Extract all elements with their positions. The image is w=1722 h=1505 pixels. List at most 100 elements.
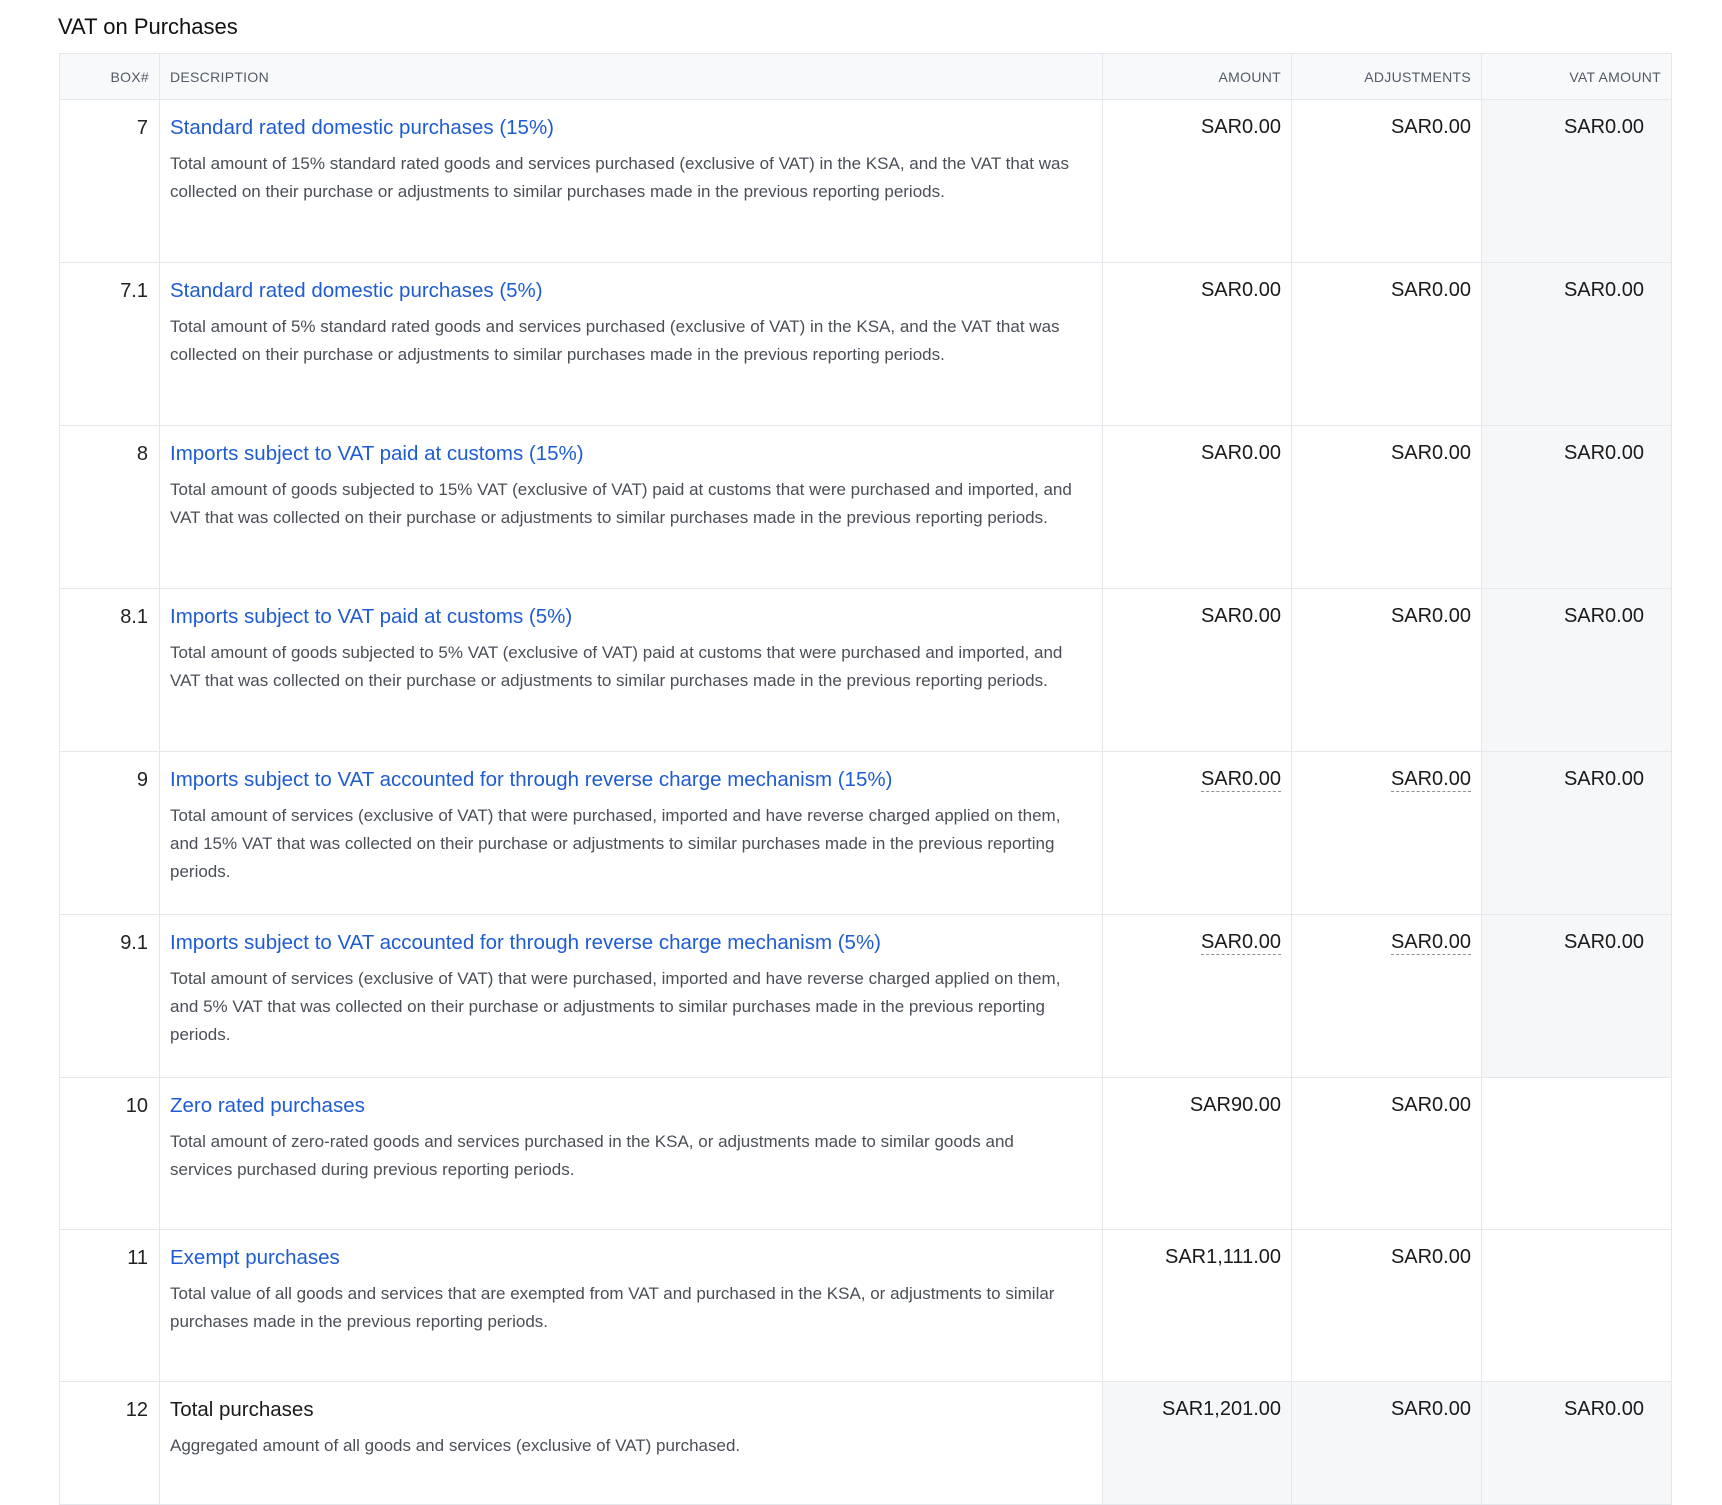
table-row-box-11: 11 Exempt purchases Total value of all g… [59, 1229, 1672, 1382]
description-cell: Standard rated domestic purchases (15%) … [159, 99, 1103, 263]
row-description: Total amount of services (exclusive of V… [170, 806, 1061, 881]
box-number: 10 [59, 1077, 160, 1230]
amount-cell: SAR90.00 [1102, 1077, 1292, 1230]
box-number: 9 [59, 751, 160, 915]
box-number: 8.1 [59, 588, 160, 752]
table-row-box-10: 10 Zero rated purchases Total amount of … [59, 1077, 1672, 1230]
table-row-box-8: 8 Imports subject to VAT paid at customs… [59, 425, 1672, 589]
row-title-link[interactable]: Standard rated domestic purchases (15%) [170, 115, 1080, 140]
vat-amount-value: SAR0.00 [1563, 1398, 1644, 1420]
vat-amount-cell: SAR0.00 [1481, 425, 1672, 589]
table-row-box-9: 9 Imports subject to VAT accounted for t… [59, 751, 1672, 915]
description-cell: Imports subject to VAT paid at customs (… [159, 588, 1103, 752]
vat-amount-cell: SAR0.00 [1481, 262, 1672, 426]
vat-amount-cell: SAR0.00 [1481, 99, 1672, 263]
row-title-link[interactable]: Zero rated purchases [170, 1093, 1080, 1118]
row-title-link[interactable]: Imports subject to VAT paid at customs (… [170, 604, 1080, 629]
table-row-box-8-1: 8.1 Imports subject to VAT paid at custo… [59, 588, 1672, 752]
vat-amount-value: SAR0.00 [1563, 116, 1644, 138]
box-number: 12 [59, 1381, 160, 1505]
row-title-link[interactable]: Imports subject to VAT paid at customs (… [170, 441, 1080, 466]
row-description: Total amount of goods subjected to 15% V… [170, 480, 1072, 527]
adjustments-cell: SAR0.00 [1291, 1229, 1482, 1382]
amount-cell: SAR0.00 [1102, 262, 1292, 426]
adjustments-cell: SAR0.00 [1291, 1077, 1482, 1230]
row-description: Total amount of 5% standard rated goods … [170, 317, 1060, 364]
box-number: 7.1 [59, 262, 160, 426]
table-row-total: 12 Total purchases Aggregated amount of … [59, 1381, 1672, 1505]
adjustments-value-editable[interactable]: SAR0.00 [1390, 768, 1471, 792]
adjustments-value: SAR0.00 [1390, 1398, 1471, 1420]
box-number: 9.1 [59, 914, 160, 1078]
amount-cell: SAR0.00 [1102, 751, 1292, 915]
vat-amount-value: SAR0.00 [1563, 931, 1644, 953]
adjustments-value: SAR0.00 [1390, 116, 1471, 138]
vat-amount-value: SAR0.00 [1563, 279, 1644, 301]
adjustments-value: SAR0.00 [1390, 1246, 1471, 1268]
header-vat-amount: VAT AMOUNT [1481, 53, 1672, 100]
adjustments-value: SAR0.00 [1390, 605, 1471, 627]
adjustments-cell: SAR0.00 [1291, 914, 1482, 1078]
vat-amount-cell: SAR0.00 [1481, 588, 1672, 752]
adjustments-value: SAR0.00 [1390, 1094, 1471, 1116]
vat-amount-value: SAR0.00 [1563, 768, 1644, 790]
amount-cell: SAR1,111.00 [1102, 1229, 1292, 1382]
row-description: Total value of all goods and services th… [170, 1284, 1055, 1331]
amount-cell: SAR0.00 [1102, 99, 1292, 263]
row-description: Total amount of zero-rated goods and ser… [170, 1132, 1014, 1179]
row-title-link[interactable]: Exempt purchases [170, 1245, 1080, 1270]
row-title: Total purchases [170, 1398, 314, 1421]
amount-value: SAR0.00 [1200, 442, 1281, 464]
amount-value: SAR0.00 [1200, 116, 1281, 138]
description-cell: Imports subject to VAT paid at customs (… [159, 425, 1103, 589]
adjustments-cell: SAR0.00 [1291, 1381, 1482, 1505]
amount-value: SAR0.00 [1200, 605, 1281, 627]
vat-purchases-table: BOX# DESCRIPTION AMOUNT ADJUSTMENTS VAT … [59, 53, 1672, 1505]
description-cell: Imports subject to VAT accounted for thr… [159, 914, 1103, 1078]
section-title: VAT on Purchases [58, 14, 238, 39]
box-number: 11 [59, 1229, 160, 1382]
amount-cell: SAR0.00 [1102, 588, 1292, 752]
vat-amount-value: SAR0.00 [1563, 442, 1644, 464]
amount-cell: SAR0.00 [1102, 914, 1292, 1078]
description-cell: Zero rated purchases Total amount of zer… [159, 1077, 1103, 1230]
amount-value: SAR90.00 [1189, 1094, 1281, 1116]
adjustments-cell: SAR0.00 [1291, 99, 1482, 263]
vat-amount-cell [1481, 1229, 1672, 1382]
row-title-link[interactable]: Standard rated domestic purchases (5%) [170, 278, 1080, 303]
amount-value: SAR1,201.00 [1162, 1398, 1281, 1420]
table-row-box-7-1: 7.1 Standard rated domestic purchases (5… [59, 262, 1672, 426]
row-description: Total amount of 15% standard rated goods… [170, 154, 1069, 201]
row-description: Aggregated amount of all goods and servi… [170, 1436, 741, 1455]
header-amount: AMOUNT [1102, 53, 1292, 100]
row-title-link[interactable]: Imports subject to VAT accounted for thr… [170, 767, 1080, 792]
description-cell: Exempt purchases Total value of all good… [159, 1229, 1103, 1382]
amount-value: SAR0.00 [1200, 279, 1281, 301]
adjustments-value: SAR0.00 [1390, 442, 1471, 464]
row-title-link[interactable]: Imports subject to VAT accounted for thr… [170, 930, 1080, 955]
description-cell: Imports subject to VAT accounted for thr… [159, 751, 1103, 915]
table-row-box-7: 7 Standard rated domestic purchases (15%… [59, 99, 1672, 263]
vat-amount-cell: SAR0.00 [1481, 914, 1672, 1078]
table-header-row: BOX# DESCRIPTION AMOUNT ADJUSTMENTS VAT … [59, 53, 1672, 100]
vat-amount-cell: SAR0.00 [1481, 1381, 1672, 1505]
row-description: Total amount of services (exclusive of V… [170, 969, 1061, 1044]
amount-cell: SAR1,201.00 [1102, 1381, 1292, 1505]
adjustments-value: SAR0.00 [1390, 279, 1471, 301]
amount-cell: SAR0.00 [1102, 425, 1292, 589]
header-box: BOX# [59, 53, 160, 100]
amount-value-editable[interactable]: SAR0.00 [1200, 768, 1281, 792]
header-adjustments: ADJUSTMENTS [1291, 53, 1482, 100]
amount-value: SAR1,111.00 [1164, 1246, 1281, 1268]
adjustments-cell: SAR0.00 [1291, 751, 1482, 915]
description-cell: Standard rated domestic purchases (5%) T… [159, 262, 1103, 426]
row-description: Total amount of goods subjected to 5% VA… [170, 643, 1063, 690]
adjustments-cell: SAR0.00 [1291, 425, 1482, 589]
header-description: DESCRIPTION [159, 53, 1103, 100]
vat-amount-value: SAR0.00 [1563, 605, 1644, 627]
description-cell: Total purchases Aggregated amount of all… [159, 1381, 1103, 1505]
vat-amount-cell: SAR0.00 [1481, 751, 1672, 915]
adjustments-value-editable[interactable]: SAR0.00 [1390, 931, 1471, 955]
box-number: 8 [59, 425, 160, 589]
amount-value-editable[interactable]: SAR0.00 [1200, 931, 1281, 955]
